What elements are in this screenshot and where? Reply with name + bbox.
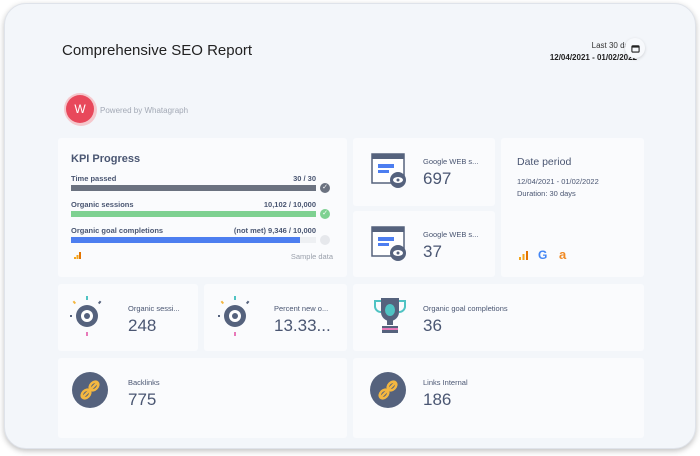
kpi-label: Organic goal completions: [71, 226, 164, 235]
check-icon: ✓: [320, 183, 330, 193]
page-title: Comprehensive SEO Report: [62, 42, 253, 59]
kpi-bar: [71, 211, 316, 217]
kpi-title: KPI Progress: [71, 153, 141, 165]
metric-label: Google WEB s...: [423, 230, 479, 239]
calendar-icon: [630, 44, 640, 53]
eye-icon: [218, 296, 250, 336]
organic-sessions-card: Organic sessi... 248: [58, 284, 198, 351]
google-icon: G: [538, 248, 548, 262]
kpi-label: Time passed: [71, 174, 117, 183]
metric-value: 775: [128, 390, 157, 409]
kpi-row: Time passed 30 / 30: [71, 174, 316, 183]
backlinks-card: Backlinks 775: [58, 358, 347, 438]
eye-icon: [70, 296, 102, 336]
google-web-card: Google WEB s... 37: [353, 211, 495, 277]
metric-value: 13.33...: [274, 316, 331, 335]
goal-completions-card: Organic goal completions 36: [353, 284, 644, 351]
check-icon: ✓: [320, 209, 330, 219]
kpi-value: 10,102 / 10,000: [263, 200, 316, 209]
ahrefs-icon: a: [559, 247, 567, 262]
metric-label: Organic goal completions: [423, 304, 508, 313]
whatagraph-logo-letter: W: [66, 95, 94, 123]
kpi-bar: [71, 237, 316, 243]
date-period-duration: Duration: 30 days: [517, 189, 576, 198]
range-dates: 12/04/2021 - 01/02/2022: [549, 53, 637, 62]
sample-data-label: Sample data: [290, 252, 333, 261]
link-icon: [370, 372, 406, 408]
metric-value: 37: [423, 242, 442, 261]
metric-label: Links Internal: [423, 378, 468, 387]
link-icon: [72, 372, 108, 408]
trophy-icon: [374, 298, 406, 333]
powered-by: Powered by Whatagraph: [100, 106, 189, 115]
links-internal-card: Links Internal 186: [353, 358, 644, 438]
metric-value: 248: [128, 316, 157, 335]
range-label: Last 30 days: [591, 41, 637, 50]
web-view-icon: [371, 226, 406, 261]
report-frame: Comprehensive SEO Report Last 30 days 12…: [4, 3, 696, 449]
date-range[interactable]: Last 30 days 12/04/2021 - 01/02/2022: [550, 41, 637, 62]
web-view-icon: [371, 153, 406, 188]
kpi-bar: [71, 185, 316, 191]
pending-icon: [320, 235, 330, 245]
date-period-title: Date period: [517, 156, 572, 168]
kpi-value: 30 / 30: [293, 174, 316, 183]
date-period-dates: 12/04/2021 - 01/02/2022: [517, 177, 599, 186]
metric-value: 186: [423, 390, 452, 409]
metric-label: Backlinks: [128, 378, 160, 387]
metric-label: Percent new o...: [274, 304, 329, 313]
kpi-row: Organic goal completions (not met) 9,346 …: [71, 226, 316, 235]
kpi-row: Organic sessions 10,102 / 10,000: [71, 200, 316, 209]
metric-value: 36: [423, 316, 442, 335]
google-web-card: Google WEB s... 697: [353, 138, 495, 206]
kpi-label: Organic sessions: [71, 200, 134, 209]
metric-label: Google WEB s...: [423, 157, 479, 166]
google-analytics-icon: [519, 251, 528, 260]
percent-new-card: Percent new o... 13.33...: [204, 284, 347, 351]
kpi-progress-card: KPI Progress Time passed 30 / 30 ✓ Organi…: [58, 138, 347, 277]
metric-value: 697: [423, 169, 452, 188]
google-analytics-icon: [74, 252, 81, 259]
kpi-value: (not met) 9,346 / 10,000: [233, 226, 316, 235]
calendar-button[interactable]: [625, 38, 645, 58]
date-period-card: Date period 12/04/2021 - 01/02/2022 Dura…: [501, 138, 644, 277]
metric-label: Organic sessi...: [128, 304, 180, 313]
